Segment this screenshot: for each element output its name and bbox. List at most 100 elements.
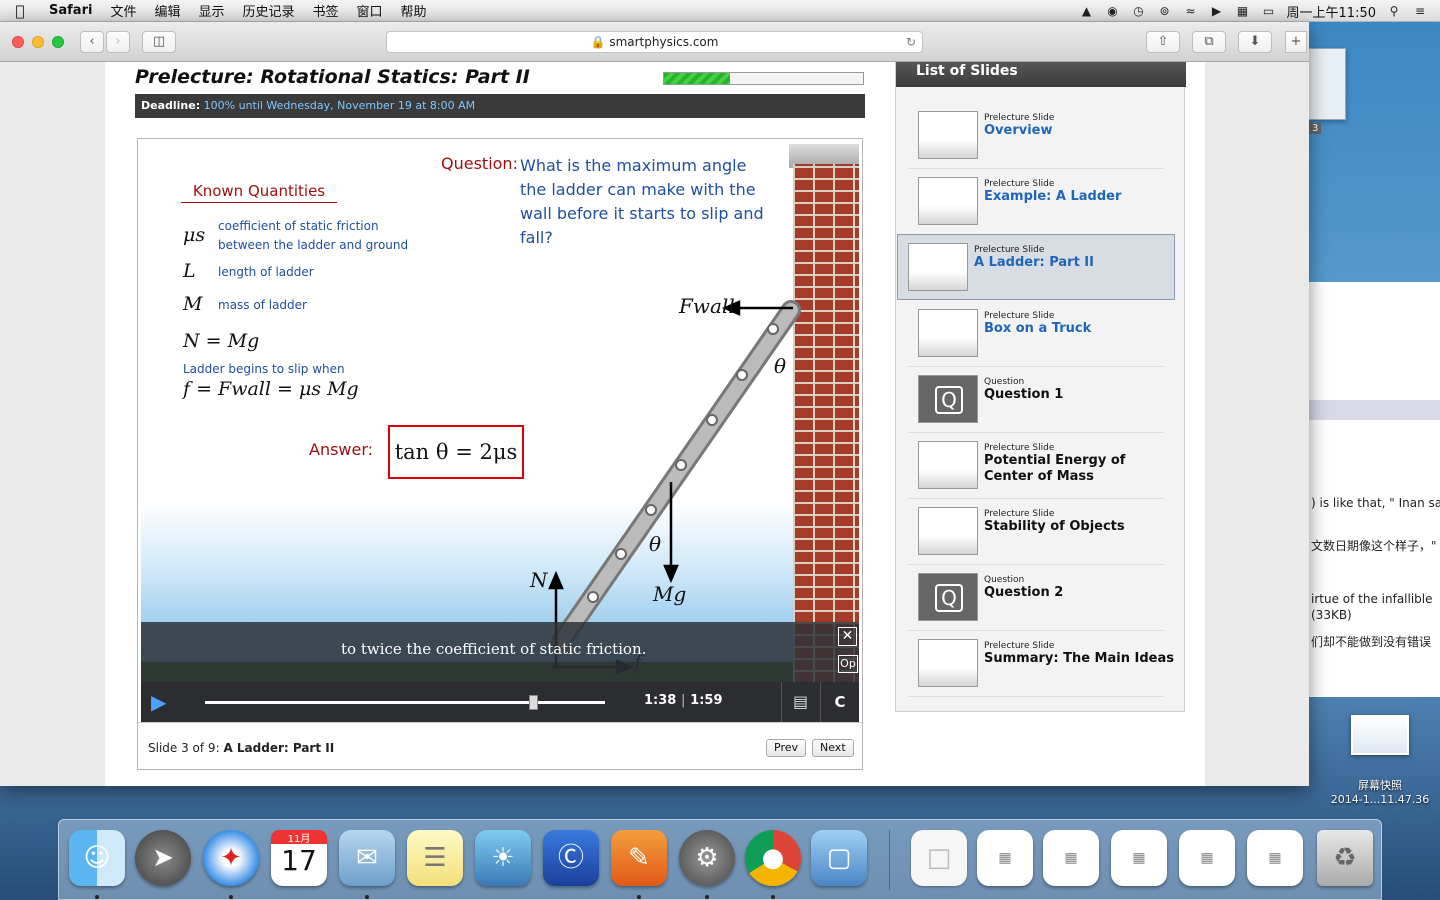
file-thumbnail <box>1351 715 1409 755</box>
closed-captions-button[interactable]: C <box>820 682 859 722</box>
safari-icon[interactable]: ✦ <box>203 830 259 886</box>
video-player: Question: What is the maximum angle the … <box>137 138 863 770</box>
mail-icon[interactable]: ✉ <box>339 830 395 886</box>
volume-icon[interactable]: ▶ <box>1209 4 1225 18</box>
minimized-window-icon[interactable]: ▦ <box>1247 830 1303 886</box>
menubar:  Safari 文件 编辑 显示 历史记录 书签 窗口 帮助 ▲ ◉ ◷ ⊚ … <box>0 0 1440 22</box>
seek-handle[interactable] <box>529 695 538 710</box>
calendar-month: 11月 <box>271 830 327 845</box>
preview-icon[interactable]: ▢ <box>811 830 867 886</box>
new-tab-icon[interactable]: + <box>1285 31 1307 53</box>
menu-history[interactable]: 历史记录 <box>233 1 303 20</box>
menubar-clock[interactable]: 周一上午11:50 <box>1287 2 1376 21</box>
chrome-icon[interactable]: ● <box>745 830 801 886</box>
search-icon[interactable]: ⚲ <box>1386 4 1402 18</box>
dictionary-icon[interactable]: Ⓒ <box>543 830 599 886</box>
sidebar-toggle-icon[interactable]: ◫ <box>142 31 176 53</box>
pages-icon[interactable]: ✎ <box>611 830 667 886</box>
caption-options-button[interactable]: Op <box>838 655 858 673</box>
transcript-icon[interactable]: ▤ <box>781 682 819 722</box>
deadline-value: 100% until Wednesday, November 19 at 8:0… <box>203 99 476 112</box>
prev-button[interactable]: Prev <box>766 739 806 757</box>
menu-bookmarks[interactable]: 书签 <box>304 1 348 20</box>
caption-close-button[interactable]: ✕ <box>838 627 857 646</box>
question-icon: Q <box>935 584 963 612</box>
background-line: 文数日期像这个样子，" <box>1311 539 1437 553</box>
bluetooth-icon[interactable]: ⊚ <box>1157 4 1173 18</box>
slide-item-stability[interactable]: Prelecture Slide Stability of Objects <box>908 499 1164 565</box>
question-label: Question: <box>441 154 518 173</box>
slide-item-potential-energy[interactable]: Prelecture Slide Potential Energy of Cen… <box>908 433 1164 499</box>
slide-name: Overview <box>984 123 1053 138</box>
menu-file[interactable]: 文件 <box>101 1 145 20</box>
share-icon[interactable]: ⇧ <box>1146 31 1180 53</box>
slide-item-summary[interactable]: Prelecture Slide Summary: The Main Ideas <box>908 631 1174 697</box>
slide-item-question-2[interactable]: Q Question Question 2 <box>908 565 1164 631</box>
slide-item-box-on-truck[interactable]: Prelecture Slide Box on a Truck <box>908 301 1164 367</box>
desktop-screenshot-file[interactable]: 屏幕快照 2014-1...11.47.36 <box>1330 715 1430 806</box>
calendar-icon[interactable]: 11月 17 <box>271 830 327 886</box>
address-url: smartphysics.com <box>609 35 719 49</box>
time-machine-icon[interactable]: ◷ <box>1131 4 1147 18</box>
minimized-window-icon[interactable]: ▦ <box>1111 830 1167 886</box>
ladder-rung <box>767 323 779 335</box>
slide-name: Example: A Ladder <box>984 189 1122 204</box>
seek-bar[interactable] <box>205 695 605 710</box>
background-app-window[interactable]: ) is like that, " Inan sa 文数日期像这个样子，" ir… <box>1300 282 1440 697</box>
menu-view[interactable]: 显示 <box>189 1 233 20</box>
close-window-button[interactable] <box>12 36 24 48</box>
slide-type: Prelecture Slide <box>984 509 1055 519</box>
back-button[interactable]: ‹ <box>80 31 104 53</box>
minimized-window-icon[interactable]: ▦ <box>1179 830 1235 886</box>
notification-center-icon[interactable]: ≡ <box>1412 4 1428 18</box>
input-method-icon[interactable]: ▦ <box>1235 4 1251 18</box>
document-icon[interactable]: □ <box>911 830 967 886</box>
zoom-window-button[interactable] <box>52 36 64 48</box>
menu-edit[interactable]: 编辑 <box>145 1 189 20</box>
player-controls: ▶ 1:38 | 1:59 ▤ C <box>141 682 859 722</box>
system-preferences-icon[interactable]: ⚙ <box>679 830 735 886</box>
lecture-progress-bar <box>663 72 864 85</box>
minimize-window-button[interactable] <box>32 36 44 48</box>
video-area[interactable]: Question: What is the maximum angle the … <box>141 142 859 722</box>
battery-icon[interactable]: ▭ <box>1261 4 1277 18</box>
menu-help[interactable]: 帮助 <box>392 1 436 20</box>
time-divider: | <box>680 693 686 708</box>
slide-item-question-1[interactable]: Q Question Question 1 <box>908 367 1164 433</box>
menu-app-name[interactable]: Safari <box>40 3 101 18</box>
tabs-overview-icon[interactable]: ⧉ <box>1192 31 1226 53</box>
forward-button[interactable]: › <box>106 31 130 53</box>
slide-item-example-ladder[interactable]: Prelecture Slide Example: A Ladder <box>908 169 1164 235</box>
trash-icon[interactable]: ♻ <box>1317 830 1373 886</box>
slide-item-overview[interactable]: Prelecture Slide Overview <box>908 103 1164 169</box>
play-icon[interactable]: ▶ <box>151 691 173 713</box>
finder-icon[interactable]: ☺ <box>69 830 125 886</box>
slide-item-ladder-part-ii[interactable]: Prelecture Slide A Ladder: Part II <box>897 234 1175 300</box>
menu-window[interactable]: 窗口 <box>348 1 392 20</box>
lock-icon: 🔒 <box>590 35 606 49</box>
reload-icon[interactable]: ↻ <box>906 32 916 53</box>
answer-equation: tan θ = 2μs <box>388 425 524 479</box>
minimized-window-icon[interactable]: ▦ <box>1043 830 1099 886</box>
address-bar[interactable]: 🔒 smartphysics.com ↻ <box>386 31 923 53</box>
spotlight-search-icon[interactable]: ◉ <box>1105 4 1121 18</box>
next-button[interactable]: Next <box>812 739 854 757</box>
iphoto-icon[interactable]: ☀ <box>475 830 531 886</box>
slide-thumbnail <box>918 441 978 489</box>
desktop-file-date: 2014-1...11.47.36 <box>1330 793 1430 806</box>
background-line: irtue of the infallible <box>1311 592 1433 606</box>
ladder-rung <box>706 414 718 426</box>
notification-icon[interactable]: ▲ <box>1079 4 1095 18</box>
web-page: Prelecture: Rotational Statics: Part II … <box>0 62 1309 786</box>
apple-menu-icon[interactable]:  <box>0 2 40 20</box>
slide-thumbnail <box>918 309 978 357</box>
slip-condition-note: Ladder begins to slip when <box>183 362 345 376</box>
page-content: Prelecture: Rotational Statics: Part II … <box>105 62 1205 786</box>
wifi-icon[interactable]: ≈ <box>1183 4 1199 18</box>
minimized-window-icon[interactable]: ▦ <box>977 830 1033 886</box>
slide-type: Prelecture Slide <box>984 311 1055 321</box>
downloads-icon[interactable]: ⬇ <box>1238 31 1272 53</box>
answer-label: Answer: <box>309 440 374 459</box>
launchpad-icon[interactable]: ➤ <box>135 830 191 886</box>
notes-icon[interactable]: ☰ <box>407 830 463 886</box>
